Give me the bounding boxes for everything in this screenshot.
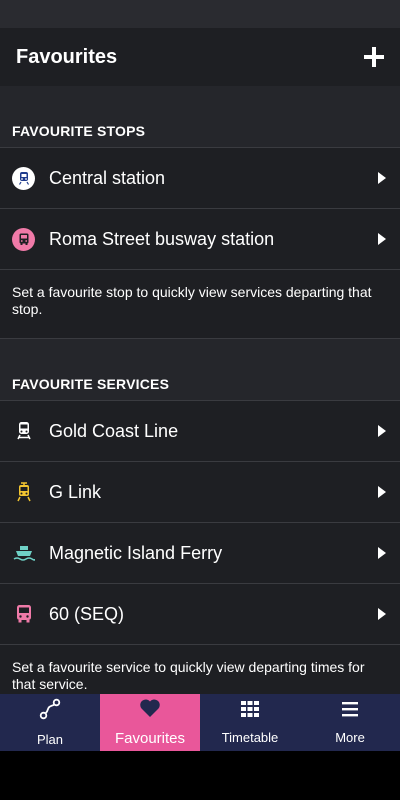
page-title: Favourites <box>16 45 118 68</box>
chevron-right-icon <box>378 608 386 620</box>
add-favourite-button[interactable] <box>364 47 384 67</box>
service-label: G Link <box>49 481 102 502</box>
service-label: Magnetic Island Ferry <box>49 542 223 563</box>
tab-label: Favourites <box>114 730 186 747</box>
stops-hint: Set a favourite stop to quickly view ser… <box>0 270 400 339</box>
favourite-stops-heading: FAVOURITE STOPS <box>0 86 400 148</box>
bus-icon <box>12 603 35 626</box>
stop-row-roma-street[interactable]: Roma Street busway station <box>0 209 400 270</box>
tab-more[interactable]: More <box>300 694 400 751</box>
tab-label: More <box>335 730 365 745</box>
app-header: Favourites <box>0 28 400 86</box>
service-row-g-link[interactable]: G Link <box>0 462 400 523</box>
app-screen: Favourites FAVOURITE STOPS Central stati… <box>0 0 400 751</box>
train-icon <box>12 420 35 443</box>
service-label: Gold Coast Line <box>49 420 179 441</box>
ferry-icon <box>12 542 35 565</box>
favourite-services-heading: FAVOURITE SERVICES <box>0 339 400 401</box>
tab-timetable[interactable]: Timetable <box>200 694 300 751</box>
chevron-right-icon <box>378 547 386 559</box>
menu-icon <box>340 700 360 723</box>
service-row-gold-coast-line[interactable]: Gold Coast Line <box>0 401 400 462</box>
tab-plan[interactable]: Plan <box>0 694 100 751</box>
service-label: 60 (SEQ) <box>49 603 125 624</box>
tram-icon <box>12 481 35 504</box>
stop-row-central[interactable]: Central station <box>0 148 400 209</box>
tab-favourites[interactable]: Favourites <box>100 694 200 751</box>
heart-icon <box>139 698 161 723</box>
service-row-60-seq[interactable]: 60 (SEQ) <box>0 584 400 645</box>
chevron-right-icon <box>378 233 386 245</box>
stop-label: Central station <box>49 167 166 188</box>
route-icon <box>39 698 61 725</box>
tab-label: Plan <box>36 732 64 747</box>
service-row-magnetic-island-ferry[interactable]: Magnetic Island Ferry <box>0 523 400 584</box>
chevron-right-icon <box>378 425 386 437</box>
status-bar <box>0 0 400 28</box>
chevron-right-icon <box>378 172 386 184</box>
grid-icon <box>240 700 260 723</box>
bottom-tab-bar: Plan Favourites Timetable More <box>0 694 400 751</box>
chevron-right-icon <box>378 486 386 498</box>
bus-stop-icon <box>12 227 35 251</box>
train-stop-icon <box>12 166 35 190</box>
stop-label: Roma Street busway station <box>49 228 275 249</box>
tab-label: Timetable <box>221 730 279 745</box>
